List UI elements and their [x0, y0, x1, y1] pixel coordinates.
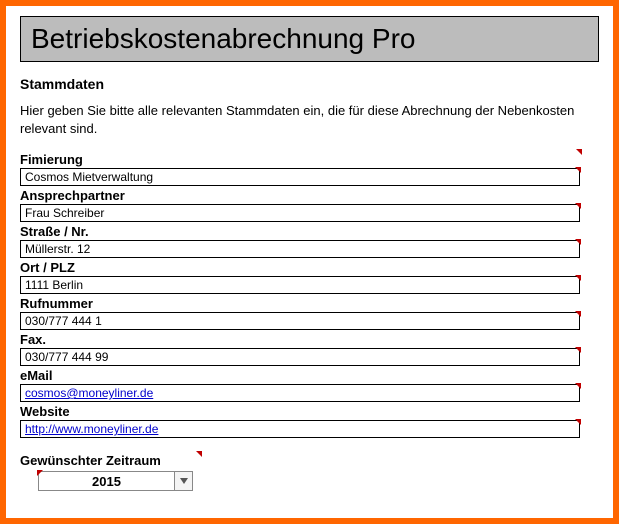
field-rufnummer: Rufnummer 030/777 444 1	[20, 295, 580, 330]
field-strasse: Straße / Nr. Müllerstr. 12	[20, 223, 580, 258]
comment-marker-icon	[575, 311, 581, 317]
label-rufnummer: Rufnummer	[20, 295, 580, 312]
value-fimierung: Cosmos Mietverwaltung	[25, 170, 153, 184]
label-strasse: Straße / Nr.	[20, 223, 580, 240]
label-zeitraum: Gewünschter Zeitraum	[20, 453, 200, 468]
field-fimierung: Fimierung Cosmos Mietverwaltung	[20, 151, 580, 186]
intro-text: Hier geben Sie bitte alle relevanten Sta…	[20, 102, 599, 137]
input-fimierung[interactable]: Cosmos Mietverwaltung	[20, 168, 580, 186]
section-heading-stammdaten: Stammdaten	[20, 76, 599, 92]
value-fax: 030/777 444 99	[25, 350, 108, 364]
input-website[interactable]: http://www.moneyliner.de	[20, 420, 580, 438]
comment-marker-icon	[575, 275, 581, 281]
value-ansprechpartner: Frau Schreiber	[25, 206, 104, 220]
page-title: Betriebskostenabrechnung Pro	[20, 16, 599, 62]
comment-marker-icon	[575, 167, 581, 173]
field-fax: Fax. 030/777 444 99	[20, 331, 580, 366]
value-rufnummer: 030/777 444 1	[25, 314, 102, 328]
label-email: eMail	[20, 367, 580, 384]
value-strasse: Müllerstr. 12	[25, 242, 90, 256]
input-fax[interactable]: 030/777 444 99	[20, 348, 580, 366]
label-zeitraum-text: Gewünschter Zeitraum	[20, 453, 161, 468]
comment-marker-icon	[575, 419, 581, 425]
input-email[interactable]: cosmos@moneyliner.de	[20, 384, 580, 402]
comment-marker-icon	[575, 203, 581, 209]
label-ort: Ort / PLZ	[20, 259, 580, 276]
comment-marker-icon	[575, 347, 581, 353]
input-ort[interactable]: 1111 Berlin	[20, 276, 580, 294]
input-ansprechpartner[interactable]: Frau Schreiber	[20, 204, 580, 222]
comment-marker-icon	[576, 149, 582, 155]
chevron-down-icon[interactable]	[174, 472, 192, 490]
field-website: Website http://www.moneyliner.de	[20, 403, 580, 438]
label-fimierung-text: Fimierung	[20, 152, 83, 167]
field-ansprechpartner: Ansprechpartner Frau Schreiber	[20, 187, 580, 222]
value-email[interactable]: cosmos@moneyliner.de	[25, 386, 153, 400]
input-strasse[interactable]: Müllerstr. 12	[20, 240, 580, 258]
comment-marker-icon	[37, 470, 43, 476]
comment-marker-icon	[575, 383, 581, 389]
document-frame: Betriebskostenabrechnung Pro Stammdaten …	[0, 0, 619, 524]
field-zeitraum: Gewünschter Zeitraum 2015	[20, 452, 599, 491]
label-fimierung: Fimierung	[20, 151, 580, 168]
field-ort: Ort / PLZ 1111 Berlin	[20, 259, 580, 294]
comment-marker-icon	[196, 451, 202, 457]
value-website[interactable]: http://www.moneyliner.de	[25, 422, 158, 436]
field-email: eMail cosmos@moneyliner.de	[20, 367, 580, 402]
comment-marker-icon	[575, 239, 581, 245]
value-zeitraum: 2015	[39, 474, 174, 489]
label-fax: Fax.	[20, 331, 580, 348]
value-ort: 1111 Berlin	[25, 278, 83, 292]
select-zeitraum[interactable]: 2015	[38, 471, 193, 491]
input-rufnummer[interactable]: 030/777 444 1	[20, 312, 580, 330]
label-ansprechpartner: Ansprechpartner	[20, 187, 580, 204]
label-website: Website	[20, 403, 580, 420]
